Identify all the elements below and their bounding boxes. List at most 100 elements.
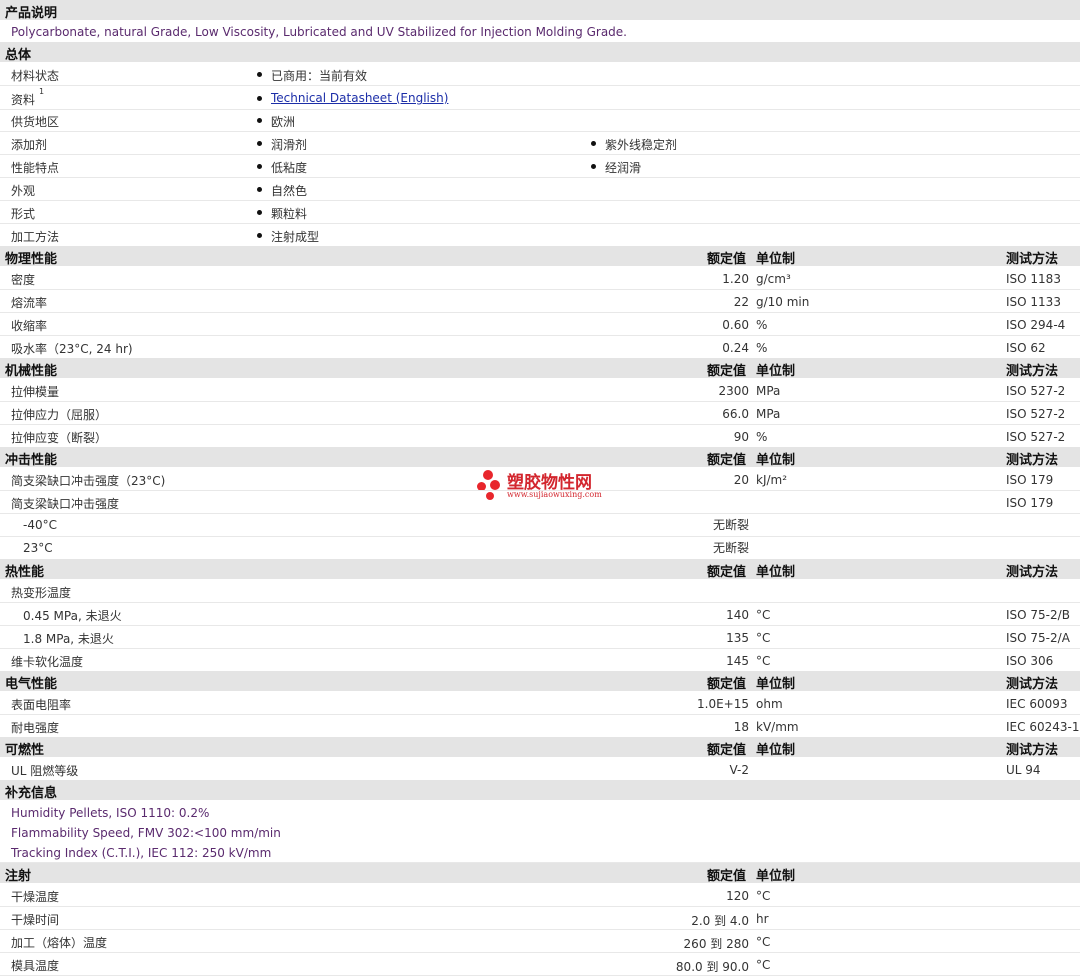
bullet-icon (257, 164, 262, 169)
col-unit-header: 单位制 (756, 677, 796, 692)
property-row: -40°C 无断裂 (0, 513, 1080, 537)
property-unit: hr (756, 912, 769, 926)
general-row-value: 自然色 (271, 184, 308, 198)
property-value: 260 到 280 (683, 937, 749, 951)
property-unit: °C (756, 935, 771, 949)
property-label: 吸水率（23°C, 24 hr) (11, 342, 133, 356)
section-header-injection: 注射 额定值 单位制 (0, 863, 1080, 884)
col-method-header: 测试方法 (1006, 565, 1059, 580)
section-header-product: 产品说明 (0, 0, 1080, 21)
general-row: 形式 颗粒料 (0, 200, 1080, 224)
col-unit-header: 单位制 (756, 869, 796, 884)
general-row: 外观 自然色 (0, 177, 1080, 201)
property-label: 干燥时间 (11, 913, 60, 927)
property-value: 22 (733, 295, 749, 309)
general-row: 材料状态 已商用：当前有效 (0, 62, 1080, 86)
bullet-icon (257, 72, 262, 77)
property-value: V-2 (729, 763, 749, 777)
section-title: 注射 (5, 869, 32, 884)
col-value-header: 额定值 (707, 565, 747, 580)
test-method: ISO 527-2 (1006, 384, 1066, 398)
col-value-header: 额定值 (707, 364, 747, 379)
col-unit-header: 单位制 (756, 364, 796, 379)
property-row: 1.8 MPa, 未退火 135 °C ISO 75-2/A (0, 625, 1080, 649)
property-unit: ohm (756, 697, 783, 711)
property-value: 1.20 (722, 272, 749, 286)
property-value: 80.0 到 90.0 (675, 960, 749, 974)
test-method: ISO 75-2/B (1006, 608, 1070, 622)
property-unit: % (756, 318, 768, 332)
property-row: 密度 1.20 g/cm³ ISO 1183 (0, 266, 1080, 290)
property-label: 密度 (11, 273, 36, 287)
property-unit: °C (756, 608, 771, 622)
section-title: 补充信息 (5, 786, 58, 801)
property-label: 拉伸应变（断裂） (11, 431, 108, 445)
test-method: IEC 60243-1 (1006, 720, 1080, 734)
col-method-header: 测试方法 (1006, 453, 1059, 468)
property-row: 模具温度 80.0 到 90.0 °C (0, 952, 1080, 976)
property-row: 23°C 无断裂 (0, 536, 1080, 560)
section-header-physical: 物理性能 额定值 单位制 测试方法 (0, 246, 1080, 267)
section-header-electrical: 电气性能 额定值 单位制 测试方法 (0, 671, 1080, 692)
bullet-icon (257, 187, 262, 192)
bullet-icon (257, 141, 262, 146)
general-row-label: 供货地区 (11, 115, 60, 129)
property-value: 140 (726, 608, 749, 622)
property-label: 模具温度 (11, 959, 60, 973)
col-unit-header: 单位制 (756, 252, 796, 267)
general-row-label: 性能特点 (11, 161, 60, 175)
col-value-header: 额定值 (707, 453, 747, 468)
property-row: 干燥时间 2.0 到 4.0 hr (0, 906, 1080, 930)
property-unit: g/cm³ (756, 272, 791, 286)
property-unit: % (756, 430, 768, 444)
section-header-flammability: 可燃性 额定值 单位制 测试方法 (0, 737, 1080, 758)
property-unit: °C (756, 889, 771, 903)
property-label: 表面电阻率 (11, 698, 72, 712)
test-method: ISO 1183 (1006, 272, 1061, 286)
property-unit: MPa (756, 384, 781, 398)
property-row: 简支梁缺口冲击强度 ISO 179 (0, 490, 1080, 514)
test-method: ISO 294-4 (1006, 318, 1066, 332)
property-value: 无断裂 (712, 518, 749, 532)
test-method: ISO 75-2/A (1006, 631, 1070, 645)
test-method: ISO 306 (1006, 654, 1054, 668)
test-method: IEC 60093 (1006, 697, 1068, 711)
col-method-header: 测试方法 (1006, 743, 1059, 758)
technical-datasheet-link[interactable]: Technical Datasheet (English) (271, 91, 448, 105)
property-row: 干燥温度 120 °C (0, 883, 1080, 907)
property-row: 热变形温度 (0, 579, 1080, 603)
property-row: 收缩率 0.60% ISO 294-4 (0, 312, 1080, 336)
supplement-line: Tracking Index (C.T.I.), IEC 112: 250 kV… (11, 846, 272, 860)
footnote-marker: 1 (39, 87, 45, 96)
property-value: 66.0 (722, 407, 749, 421)
col-method-header: 测试方法 (1006, 677, 1059, 692)
col-unit-header: 单位制 (756, 743, 796, 758)
supplement-block: Humidity Pellets, ISO 1110: 0.2% Flammabi… (0, 800, 1080, 863)
property-label: 1.8 MPa, 未退火 (23, 632, 114, 646)
general-row-label: 资料 (11, 93, 36, 107)
property-row: 耐电强度 18 kV/mm IEC 60243-1 (0, 714, 1080, 738)
property-row: 表面电阻率 1.0E+15 ohm IEC 60093 (0, 691, 1080, 715)
general-row-label: 添加剂 (11, 138, 48, 152)
col-value-header: 额定值 (707, 743, 747, 758)
property-row: 0.45 MPa, 未退火 140 °C ISO 75-2/B (0, 602, 1080, 626)
property-row: 拉伸应力（屈服） 66.0 MPa ISO 527-2 (0, 401, 1080, 425)
property-unit: °C (756, 958, 771, 972)
supplement-line: Flammability Speed, FMV 302:<100 mm/min (11, 826, 281, 840)
property-label: 简支梁缺口冲击强度（23°C) (11, 474, 166, 488)
property-value: 18 (733, 720, 749, 734)
section-header-thermal: 热性能 额定值 单位制 测试方法 (0, 559, 1080, 580)
section-title: 热性能 (5, 565, 45, 580)
property-label: 收缩率 (11, 319, 48, 333)
property-label: 拉伸模量 (11, 385, 60, 399)
general-row: 添加剂 润滑剂 紫外线稳定剂 (0, 131, 1080, 155)
col-method-header: 测试方法 (1006, 364, 1059, 379)
property-unit: °C (756, 654, 771, 668)
property-row: 吸水率（23°C, 24 hr) 0.24% ISO 62 (0, 335, 1080, 359)
general-row: 供货地区 欧洲 (0, 108, 1080, 132)
property-unit: kV/mm (756, 720, 799, 734)
general-row-label: 材料状态 (11, 69, 60, 83)
property-unit: % (756, 341, 768, 355)
property-unit: kJ/m² (756, 473, 788, 487)
property-label: UL 阻燃等级 (11, 764, 79, 778)
